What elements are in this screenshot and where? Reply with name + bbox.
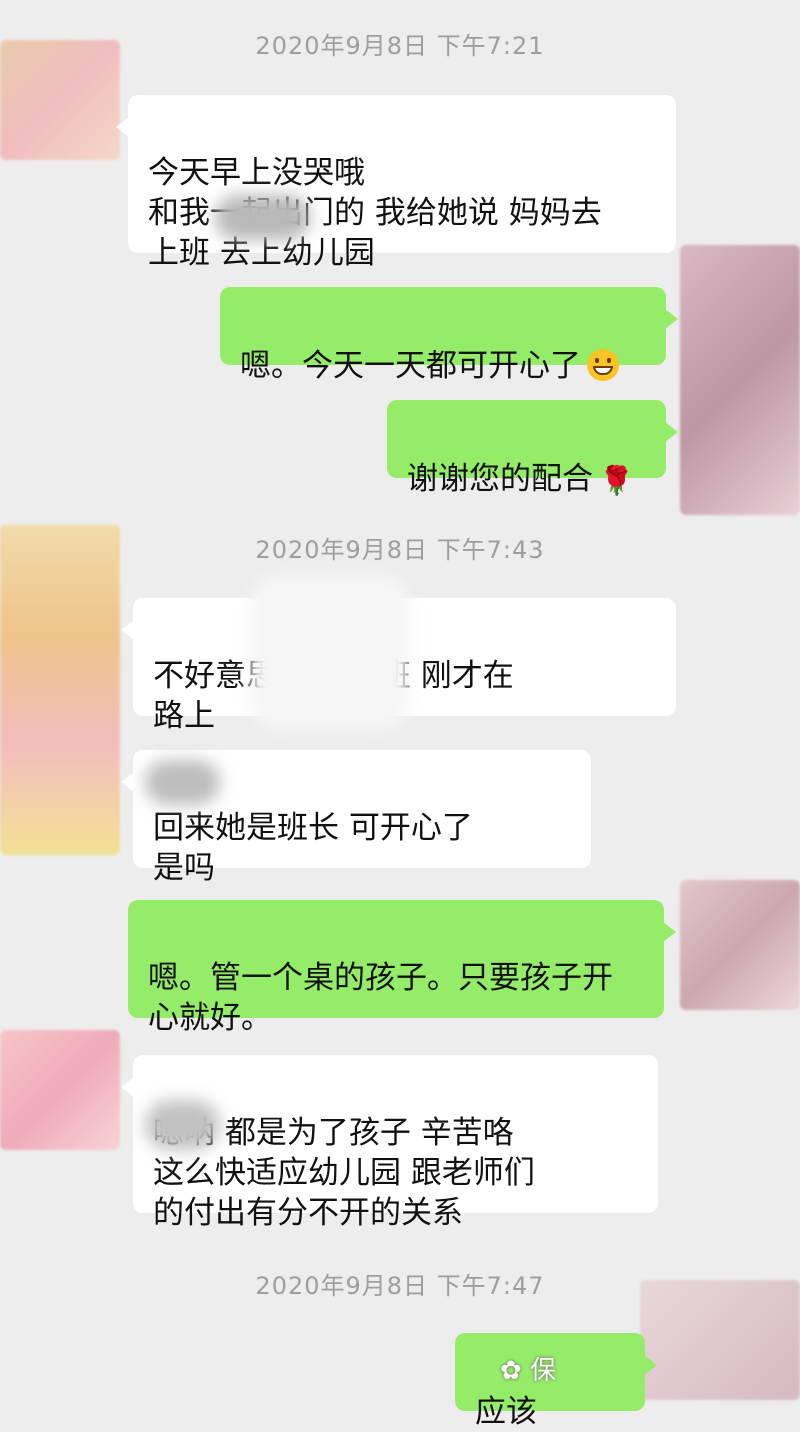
privacy-blur bbox=[250, 575, 410, 730]
incoming-message[interactable]: 今天早上没哭哦 和我一起出门的 我给她说 妈妈去 上班 去上幼儿园 bbox=[116, 95, 676, 271]
watermark-text: 保 bbox=[530, 1356, 557, 1386]
watermark: ✿ 保 bbox=[500, 1350, 556, 1387]
privacy-blur bbox=[145, 1100, 220, 1150]
message-text: 嗯。管一个桌的孩子。只要孩子开 心就好。 bbox=[148, 960, 613, 1036]
message-text: 谢谢您的配合 bbox=[407, 461, 593, 497]
message-text: 应该 bbox=[475, 1394, 537, 1430]
contact-avatar[interactable] bbox=[0, 1030, 120, 1150]
rose-icon: 🌹 bbox=[599, 463, 634, 497]
outgoing-message[interactable]: 嗯。管一个桌的孩子。只要孩子开 心就好。 bbox=[128, 900, 676, 1036]
message-timestamp: 2020年9月8日 下午7:43 bbox=[255, 536, 545, 564]
watermark-icon: ✿ bbox=[500, 1356, 522, 1386]
outgoing-message[interactable]: 嗯。今天一天都可开心了 bbox=[220, 287, 678, 384]
message-timestamp: 2020年9月8日 下午7:21 bbox=[255, 32, 545, 60]
message-timestamp: 2020年9月8日 下午7:47 bbox=[255, 1272, 545, 1300]
outgoing-message[interactable]: 谢谢您的配合 🌹 bbox=[387, 400, 678, 497]
message-text: 嗯。今天一天都可开心了 bbox=[240, 348, 581, 384]
self-avatar[interactable] bbox=[680, 245, 800, 515]
privacy-blur bbox=[145, 760, 220, 805]
contact-avatar[interactable] bbox=[0, 525, 120, 855]
privacy-blur bbox=[215, 195, 310, 240]
self-avatar[interactable] bbox=[680, 880, 800, 1010]
message-text: 回来她是班长 可开心了 是吗 bbox=[153, 810, 473, 886]
grin-icon bbox=[587, 348, 619, 381]
